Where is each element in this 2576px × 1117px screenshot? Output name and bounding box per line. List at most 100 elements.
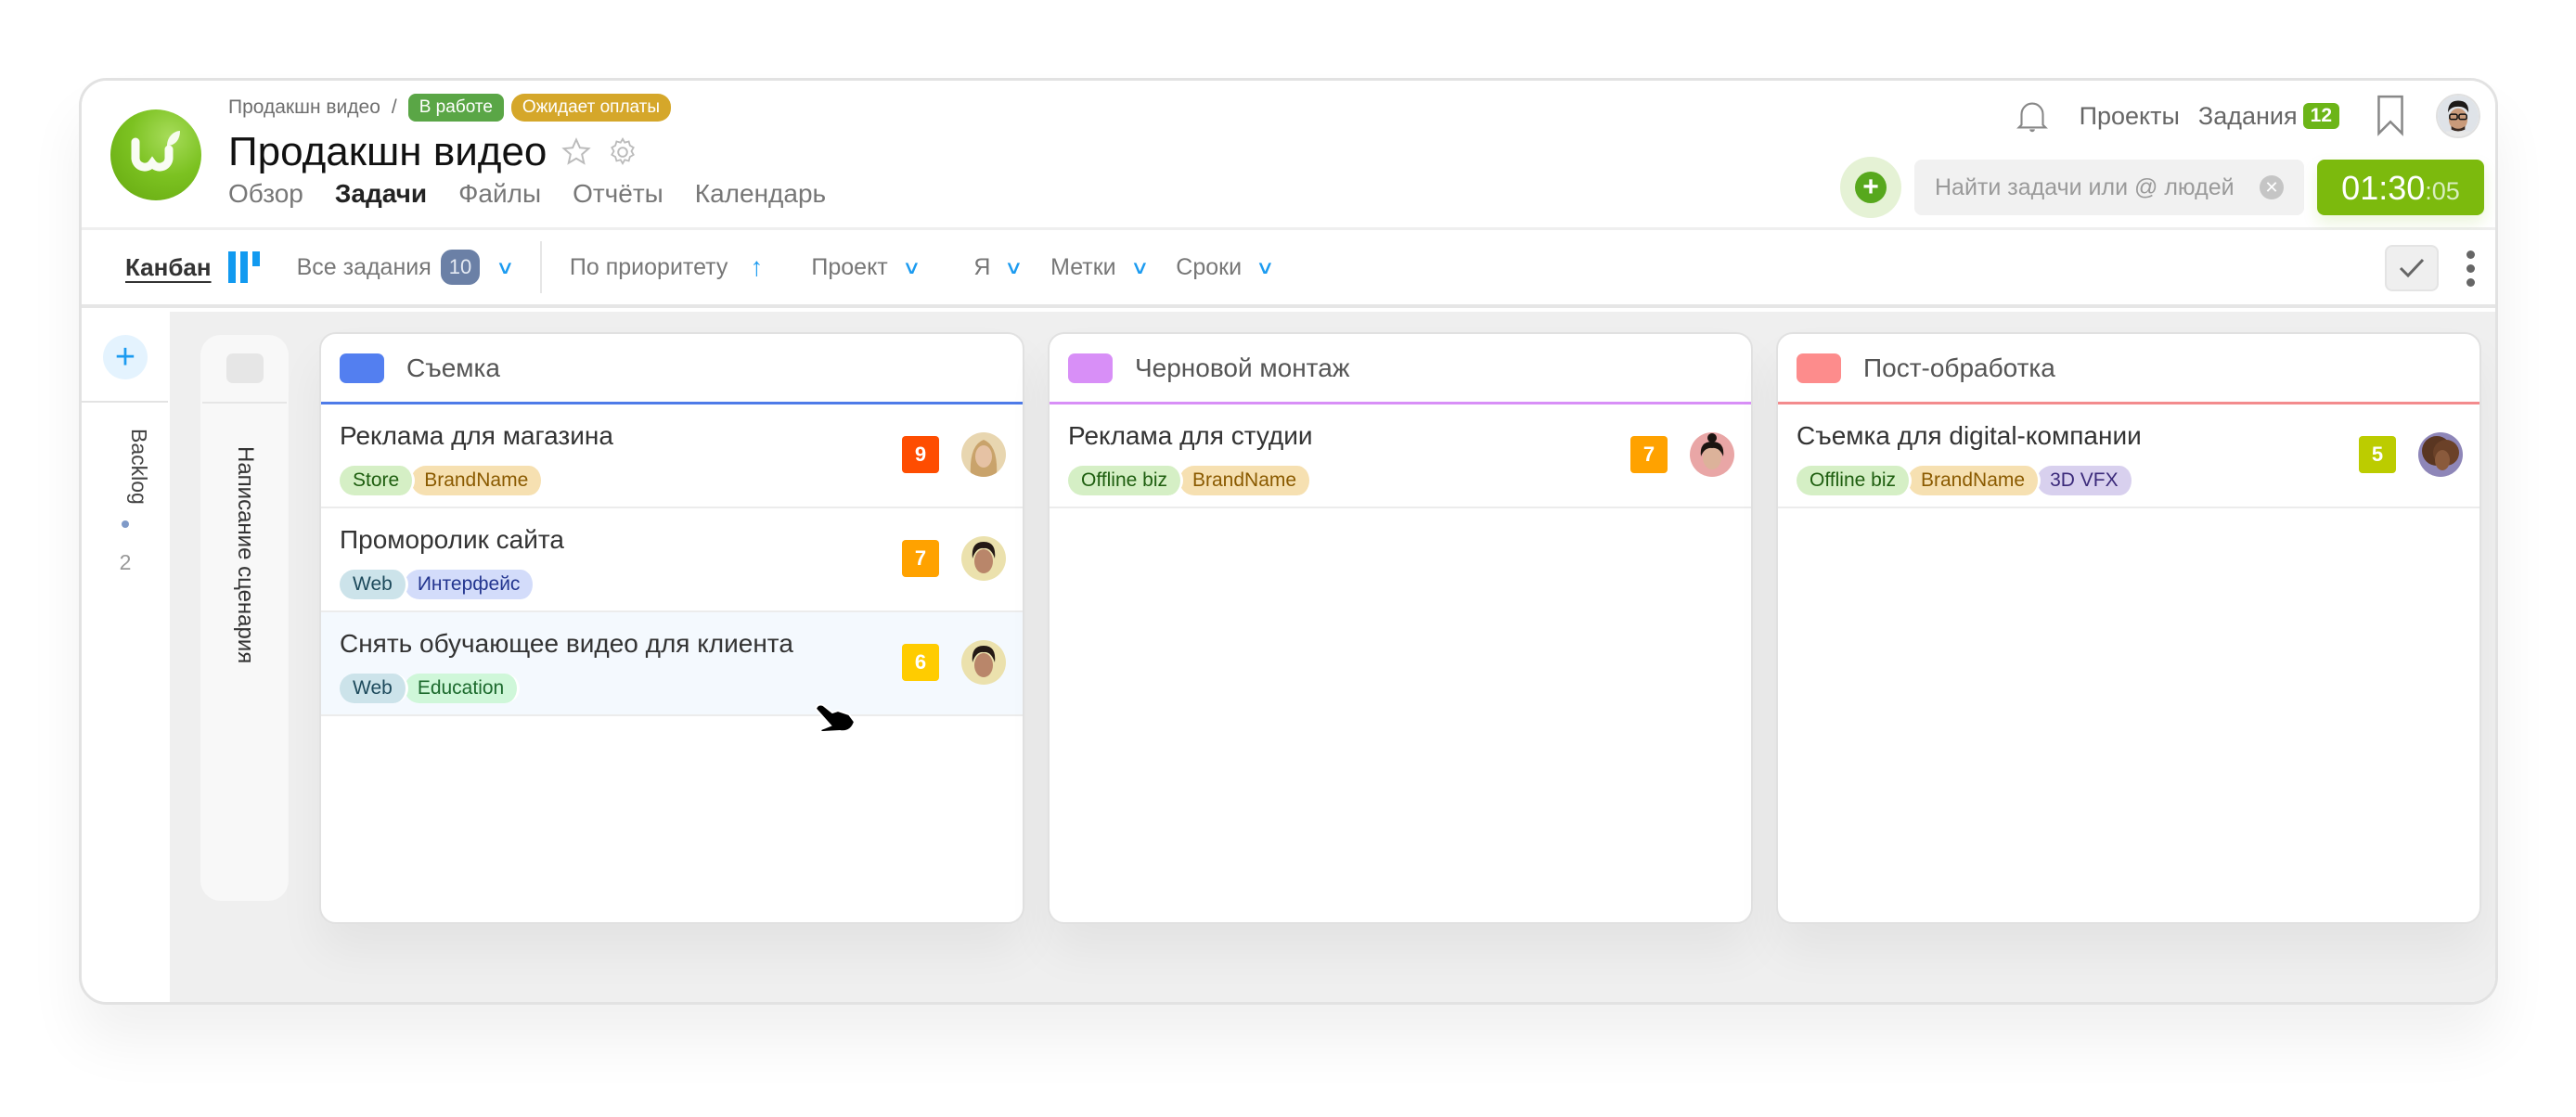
status-badge-awaiting-payment[interactable]: Ожидает оплаты xyxy=(510,94,672,122)
hand-cursor-icon xyxy=(814,703,857,734)
view-kanban-toggle[interactable]: Канбан xyxy=(125,253,212,282)
chevron-down-icon: ∨ xyxy=(496,257,515,278)
all-tasks-count-badge: 10 xyxy=(440,250,481,285)
tag-badge[interactable]: Web xyxy=(340,570,408,599)
tag-badge[interactable]: Web xyxy=(340,674,408,703)
collapsed-column-script-writing[interactable]: Написание сценария xyxy=(200,335,289,901)
search-row: + ✕ 01:30 :05 xyxy=(1840,157,2484,218)
assignee-avatar[interactable] xyxy=(1690,432,1734,477)
task-card[interactable]: Реклама для магазина Store BrandName 9 xyxy=(321,404,1023,508)
add-column-button[interactable]: + xyxy=(103,335,148,379)
task-card[interactable]: Проморолик сайта Web Интерфейс 7 xyxy=(321,508,1023,612)
assignee-avatar[interactable] xyxy=(2418,432,2463,477)
tag-badge[interactable]: Offline biz xyxy=(1068,466,1183,495)
toolbar-divider xyxy=(539,241,542,293)
column-post-production: Пост-обработка Съемка для digital-компан… xyxy=(1776,332,2481,924)
tag-badge[interactable]: Интерфейс xyxy=(404,570,536,599)
timer-seconds: :05 xyxy=(2425,177,2460,205)
sort-label: По приоритету xyxy=(569,253,728,280)
column-title: Съемка xyxy=(406,353,500,382)
tab-overview[interactable]: Обзор xyxy=(228,179,303,224)
breadcrumb-parent-link[interactable]: Продакшн видео xyxy=(228,96,380,119)
column-title: Черновой монтаж xyxy=(1135,353,1350,382)
backlog-dot-icon xyxy=(122,520,129,528)
column-header[interactable]: Пост-обработка xyxy=(1778,334,2479,404)
gear-icon[interactable] xyxy=(606,135,639,169)
tab-files[interactable]: Файлы xyxy=(458,179,541,224)
search-input[interactable] xyxy=(1935,173,2241,201)
status-badge-in-progress[interactable]: В работе xyxy=(407,94,504,122)
tag-badge[interactable]: Offline biz xyxy=(1797,466,1912,495)
kanban-icon[interactable] xyxy=(227,251,260,283)
divider xyxy=(82,401,168,403)
tasks-link-label: Задания xyxy=(2197,101,2298,130)
column-header[interactable]: Съемка xyxy=(321,334,1023,404)
chevron-down-icon: ∨ xyxy=(1256,257,1275,278)
clear-search-icon[interactable]: ✕ xyxy=(2260,175,2284,199)
tag-badge[interactable]: 3D VFX xyxy=(2037,466,2134,495)
breadcrumb: Продакшн видео / В работе Ожидает оплаты xyxy=(228,94,672,122)
backlog-label[interactable]: Backlog xyxy=(126,429,151,505)
user-avatar[interactable] xyxy=(2436,94,2480,138)
bell-icon[interactable] xyxy=(2011,95,2054,137)
add-task-button[interactable]: + xyxy=(1840,157,1901,218)
tag-badge[interactable]: Education xyxy=(404,674,521,703)
filter-project[interactable]: Проект ∨ xyxy=(811,253,921,281)
chevron-down-icon: ∨ xyxy=(1129,257,1150,278)
show-completed-toggle[interactable] xyxy=(2385,245,2439,291)
column-header[interactable]: Черновой монтаж xyxy=(1050,334,1751,404)
tab-tasks[interactable]: Задачи xyxy=(332,179,430,237)
collapsed-column-label: Написание сценария xyxy=(233,446,258,664)
priority-badge: 7 xyxy=(902,540,939,577)
priority-badge: 6 xyxy=(902,644,939,681)
timer-minutes: 01:30 xyxy=(2341,169,2426,207)
column-color-swatch xyxy=(1068,353,1113,383)
checkmark-icon xyxy=(2399,258,2425,278)
sort-by-priority[interactable]: По приоритету ↑ xyxy=(570,252,763,282)
star-icon[interactable] xyxy=(560,135,593,169)
task-card[interactable]: Реклама для студии Offline biz BrandName … xyxy=(1050,404,1751,508)
column-rough-cut: Черновой монтаж Реклама для студии Offli… xyxy=(1048,332,1753,924)
filter-assignee-me[interactable]: Я ∨ xyxy=(973,253,1024,281)
plus-icon: + xyxy=(1855,172,1887,203)
assignee-avatar[interactable] xyxy=(961,432,1006,477)
tag-badge[interactable]: BrandName xyxy=(411,466,545,495)
priority-badge: 5 xyxy=(2359,436,2396,473)
backlog-sidebar: + Backlog 2 xyxy=(82,312,170,1002)
filter-all-tasks[interactable]: Все задания 10 ∨ xyxy=(296,250,515,285)
column-title: Пост-обработка xyxy=(1863,353,2055,382)
tasks-count-badge: 12 xyxy=(2302,103,2339,129)
filter-all-tasks-label: Все задания xyxy=(296,253,431,280)
filter-project-label: Проект xyxy=(811,253,888,280)
bookmark-icon[interactable] xyxy=(2375,95,2406,137)
tab-calendar[interactable]: Календарь xyxy=(695,179,826,224)
filter-tags-label: Метки xyxy=(1050,253,1116,280)
task-card[interactable]: Снять обучающее видео для клиента Web Edu… xyxy=(321,612,1023,716)
priority-badge: 9 xyxy=(902,436,939,473)
more-options-icon[interactable] xyxy=(2467,250,2475,287)
filter-me-label: Я xyxy=(973,253,991,280)
assignee-avatar[interactable] xyxy=(961,640,1006,685)
tasks-link[interactable]: Задания 12 xyxy=(2198,102,2339,131)
breadcrumb-separator: / xyxy=(391,96,397,118)
filter-dates[interactable]: Сроки ∨ xyxy=(1176,253,1275,281)
filter-dates-label: Сроки xyxy=(1176,253,1243,280)
assignee-avatar[interactable] xyxy=(961,536,1006,581)
chevron-down-icon: ∨ xyxy=(901,257,921,278)
tag-badge[interactable]: BrandName xyxy=(1179,466,1313,495)
projects-link[interactable]: Проекты xyxy=(2080,102,2180,131)
column-color-swatch xyxy=(340,353,384,383)
kanban-board: + Backlog 2 Написание сценария Съемка Ре… xyxy=(82,312,2495,1002)
wrike-logo-icon[interactable] xyxy=(110,109,201,200)
app-window: Продакшн видео / В работе Ожидает оплаты… xyxy=(79,78,2498,1005)
tab-reports[interactable]: Отчёты xyxy=(573,179,663,224)
filter-tags[interactable]: Метки ∨ xyxy=(1050,253,1150,281)
project-header: Продакшн видео / В работе Ожидает оплаты… xyxy=(82,81,2495,237)
tag-badge[interactable]: BrandName xyxy=(1908,466,2041,495)
tag-badge[interactable]: Store xyxy=(340,466,416,495)
time-tracker-button[interactable]: 01:30 :05 xyxy=(2317,160,2484,215)
project-tabs: Обзор Задачи Файлы Отчёты Календарь xyxy=(228,179,826,237)
task-card[interactable]: Съемка для digital-компании Offline biz B… xyxy=(1778,404,2479,508)
toolbar-actions xyxy=(2385,245,2475,291)
column-color-swatch xyxy=(226,353,264,383)
